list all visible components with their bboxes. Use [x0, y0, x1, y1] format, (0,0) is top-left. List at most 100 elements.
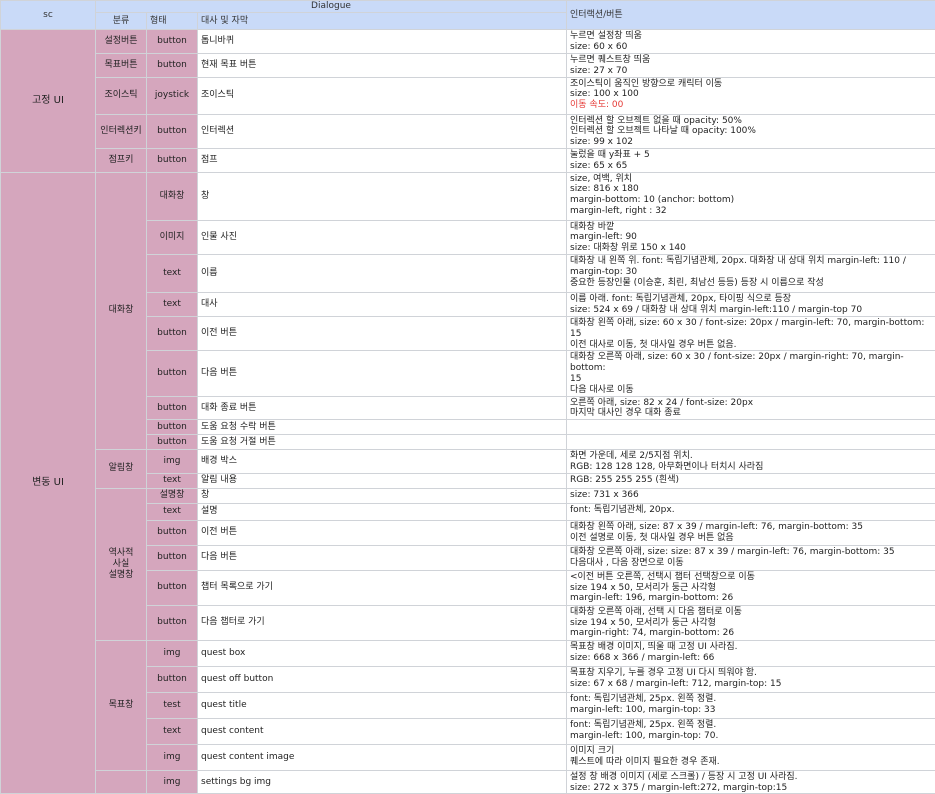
interaction-note-cell[interactable] [567, 420, 935, 435]
description-cell[interactable]: quest box [198, 640, 567, 666]
type-cell[interactable]: 대화창 [147, 172, 198, 220]
interaction-note-cell[interactable]: 대화창 오른쪽 아래, size: 60 x 30 / font-size: 2… [567, 351, 935, 396]
description-cell[interactable]: 다음 버튼 [198, 545, 567, 570]
group-cell-variable-ui[interactable]: 변동 UI [1, 172, 96, 794]
description-cell[interactable]: 인물 사진 [198, 220, 567, 254]
type-cell[interactable]: button [147, 520, 198, 545]
type-cell[interactable]: text [147, 473, 198, 488]
interaction-note-cell[interactable]: font: 독립기념관체, 25px. 왼쪽 정렬.margin-left: 1… [567, 692, 935, 718]
interaction-note-cell[interactable]: size, 여백, 위치size: 816 x 180margin-bottom… [567, 172, 935, 220]
header-dialogue[interactable]: Dialogue [96, 1, 567, 13]
description-cell[interactable]: quest off button [198, 666, 567, 692]
type-cell[interactable]: button [147, 396, 198, 420]
description-cell[interactable]: 대화 종료 버튼 [198, 396, 567, 420]
type-cell[interactable]: button [147, 570, 198, 605]
type-cell[interactable]: button [147, 54, 198, 78]
description-cell[interactable]: 현재 목표 버튼 [198, 54, 567, 78]
interaction-note-cell[interactable]: 인터렉션 할 오브젝트 없을 때 opacity: 50%인터렉션 할 오브젝트… [567, 114, 935, 148]
description-cell[interactable]: 조이스틱 [198, 77, 567, 114]
interaction-note-cell[interactable]: 목표창 배경 이미지, 띄울 때 고정 UI 사라짐.size: 668 x 3… [567, 640, 935, 666]
description-cell[interactable]: 대사 [198, 292, 567, 316]
description-cell[interactable]: 이전 버튼 [198, 520, 567, 545]
interaction-note-cell[interactable]: 대화창 왼쪽 아래, size: 87 x 39 / margin-left: … [567, 520, 935, 545]
description-cell[interactable]: 창 [198, 488, 567, 503]
type-cell[interactable]: img [147, 770, 198, 794]
interaction-note-cell[interactable]: 오른쪽 아래, size: 82 x 24 / font-size: 20px마… [567, 396, 935, 420]
type-cell[interactable]: img [147, 744, 198, 770]
interaction-note-cell[interactable]: 눌렀을 때 y좌표 + 5size: 65 x 65 [567, 148, 935, 172]
category-cell[interactable]: 알림창 [96, 450, 147, 489]
type-cell[interactable]: 이미지 [147, 220, 198, 254]
description-cell[interactable]: 다음 버튼 [198, 351, 567, 396]
header-sc[interactable]: sc [1, 1, 96, 30]
interaction-note-cell[interactable]: 설정 창 배경 이미지 (세로 스크롤) / 등장 시 고정 UI 사라짐.si… [567, 770, 935, 794]
type-cell[interactable]: img [147, 450, 198, 474]
interaction-note-cell[interactable]: size: 731 x 366 [567, 488, 935, 503]
description-cell[interactable]: 배경 박스 [198, 450, 567, 474]
header-interaction[interactable]: 인터랙션/버튼 [567, 1, 935, 30]
interaction-note-cell[interactable]: 대화창 오른쪽 아래, 선택 시 다음 챕터로 이동size 194 x 50,… [567, 605, 935, 640]
category-cell[interactable]: 인터렉션키 [96, 114, 147, 148]
type-cell[interactable]: button [147, 351, 198, 396]
description-cell[interactable]: 이전 버튼 [198, 316, 567, 350]
interaction-note-cell[interactable]: font: 독립기념관체, 25px. 왼쪽 정렬.margin-left: 1… [567, 718, 935, 744]
interaction-note-cell[interactable]: 이름 아래. font: 독립기념관체, 20px, 타이핑 식으로 등장siz… [567, 292, 935, 316]
description-cell[interactable]: settings bg img [198, 770, 567, 794]
type-cell[interactable]: text [147, 503, 198, 520]
interaction-note-cell[interactable]: 대화창 바깥margin-left: 90size: 대화창 위로 150 x … [567, 220, 935, 254]
description-cell[interactable]: 설명 [198, 503, 567, 520]
header-type[interactable]: 형태 [147, 13, 198, 30]
type-cell[interactable]: button [147, 435, 198, 450]
type-cell[interactable]: 설명창 [147, 488, 198, 503]
type-cell[interactable]: button [147, 545, 198, 570]
interaction-note-cell[interactable]: <이전 버튼 오른쪽, 선택시 챕터 선택창으로 이동size 194 x 50… [567, 570, 935, 605]
description-cell[interactable]: 챕터 목록으로 가기 [198, 570, 567, 605]
interaction-note-cell[interactable]: 대화창 내 왼쪽 위. font: 독립기념관체, 20px. 대화창 내 상대… [567, 254, 935, 292]
description-cell[interactable]: quest content image [198, 744, 567, 770]
description-cell[interactable]: quest content [198, 718, 567, 744]
interaction-note-cell[interactable]: 이미지 크기퀘스트에 따라 이미지 필요한 경우 존재. [567, 744, 935, 770]
type-cell[interactable]: button [147, 605, 198, 640]
type-cell[interactable]: button [147, 114, 198, 148]
category-cell[interactable]: 목표창 [96, 640, 147, 770]
category-cell[interactable]: 대화창 [96, 172, 147, 450]
header-desc[interactable]: 대사 및 자막 [198, 13, 567, 30]
description-cell[interactable]: 도움 요청 수락 버튼 [198, 420, 567, 435]
interaction-note-cell[interactable]: 누르면 설정창 띄움size: 60 x 60 [567, 30, 935, 54]
type-cell[interactable]: button [147, 420, 198, 435]
header-category[interactable]: 분류 [96, 13, 147, 30]
type-cell[interactable]: button [147, 148, 198, 172]
type-cell[interactable]: button [147, 316, 198, 350]
type-cell[interactable]: button [147, 666, 198, 692]
category-cell[interactable]: 점프키 [96, 148, 147, 172]
type-cell[interactable]: text [147, 254, 198, 292]
interaction-note-cell[interactable]: 누르면 퀘스트창 띄움size: 27 x 70 [567, 54, 935, 78]
description-cell[interactable]: 알림 내용 [198, 473, 567, 488]
description-cell[interactable]: 도움 요청 거절 버튼 [198, 435, 567, 450]
category-cell[interactable]: 역사적사실설명창 [96, 488, 147, 640]
description-cell[interactable]: 인터렉션 [198, 114, 567, 148]
type-cell[interactable]: test [147, 692, 198, 718]
description-cell[interactable]: 점프 [198, 148, 567, 172]
type-cell[interactable]: button [147, 30, 198, 54]
interaction-note-cell[interactable]: 대화창 오른쪽 아래, size: size: 87 x 39 / margin… [567, 545, 935, 570]
group-cell-fixed-ui[interactable]: 고정 UI [1, 30, 96, 173]
interaction-note-cell[interactable]: RGB: 255 255 255 (흰색) [567, 473, 935, 488]
description-cell[interactable]: 다음 챕터로 가기 [198, 605, 567, 640]
interaction-note-cell[interactable] [567, 435, 935, 450]
type-cell[interactable]: text [147, 718, 198, 744]
category-cell[interactable]: 조이스틱 [96, 77, 147, 114]
category-cell[interactable] [96, 770, 147, 794]
description-cell[interactable]: quest title [198, 692, 567, 718]
description-cell[interactable]: 창 [198, 172, 567, 220]
interaction-note-cell[interactable]: font: 독립기념관체, 20px. [567, 503, 935, 520]
interaction-note-cell[interactable]: 조이스틱이 움직인 방향으로 캐릭터 이동size: 100 x 100이동 속… [567, 77, 935, 114]
category-cell[interactable]: 설정버튼 [96, 30, 147, 54]
category-cell[interactable]: 목표버튼 [96, 54, 147, 78]
type-cell[interactable]: img [147, 640, 198, 666]
type-cell[interactable]: joystick [147, 77, 198, 114]
description-cell[interactable]: 이름 [198, 254, 567, 292]
interaction-note-cell[interactable]: 대화창 왼쪽 아래, size: 60 x 30 / font-size: 20… [567, 316, 935, 350]
interaction-note-cell[interactable]: 화면 가운데, 세로 2/5지점 위치.RGB: 128 128 128, 아무… [567, 450, 935, 474]
type-cell[interactable]: text [147, 292, 198, 316]
